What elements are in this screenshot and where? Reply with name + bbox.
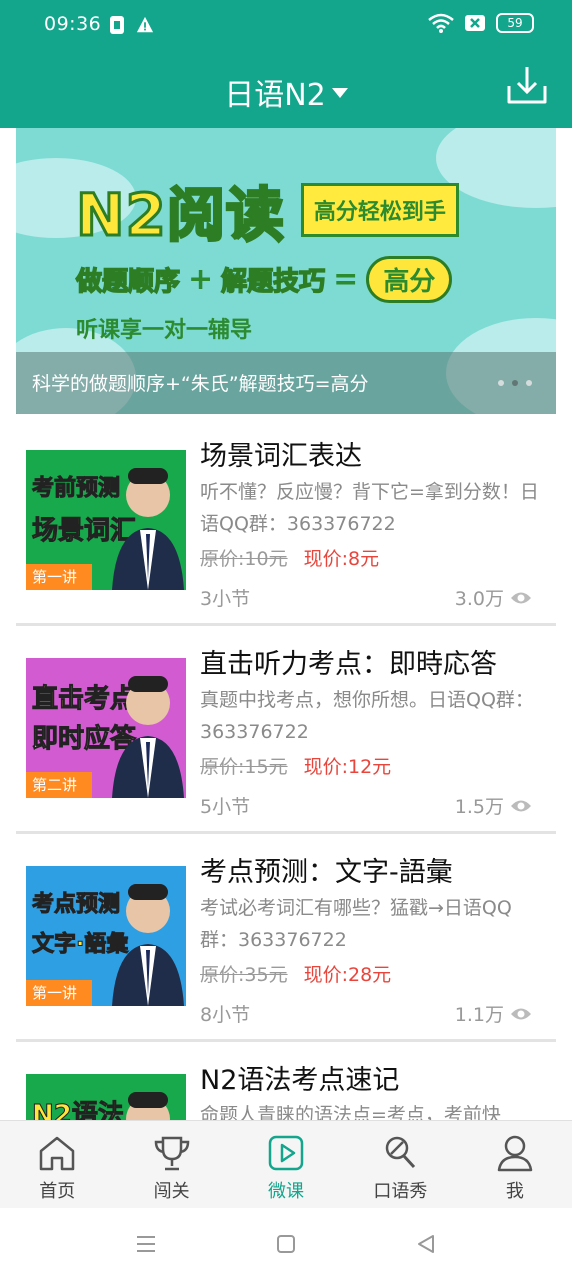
- menu-icon[interactable]: [134, 1232, 158, 1256]
- promo-banner[interactable]: N2阅读 高分轻松到手 做题顺序 + 解题技巧 = 高分 听课享一对一辅导 科学…: [16, 128, 556, 414]
- banner-subline: 听课享一对一辅导: [76, 318, 253, 343]
- nav-item-microclass[interactable]: 微课: [229, 1121, 343, 1208]
- thumb-badge: 第一讲: [26, 980, 92, 1006]
- price-line: 原价:10元 现价:8元: [200, 544, 379, 571]
- carousel-dots[interactable]: [498, 380, 532, 386]
- microphone-icon: [386, 1136, 416, 1169]
- banner-caption-bar: 科学的做题顺序+“朱氏”解题技巧=高分: [16, 352, 556, 414]
- no-signal-icon: [465, 15, 485, 31]
- price-line: 原价:35元 现价:28元: [200, 960, 391, 987]
- view-count: 3.0万: [455, 584, 532, 611]
- nav-label: 首页: [39, 1181, 76, 1202]
- thumb-badge: 第二讲: [26, 772, 92, 798]
- view-count-text: 3.0万: [454, 588, 504, 610]
- nav-label: 闯关: [153, 1181, 190, 1202]
- user-icon: [497, 1135, 533, 1172]
- nav-label: 我: [505, 1181, 524, 1202]
- formula-result: 高分: [366, 256, 453, 303]
- view-count-text: 1.5万: [454, 796, 504, 818]
- course-thumbnail: 考前预测 场景词汇 第一讲: [26, 450, 186, 590]
- eye-icon: [511, 1008, 531, 1019]
- teacher-photo: [112, 468, 184, 590]
- eye-icon: [511, 592, 531, 603]
- home-square-icon[interactable]: [274, 1232, 298, 1256]
- carousel-dot[interactable]: [526, 380, 532, 386]
- course-thumbnail: 直击考点 即时应答 第二讲: [26, 658, 186, 798]
- course-title: N2语法考点速记: [200, 1065, 400, 1096]
- header-title: 日语N2: [224, 78, 326, 113]
- lesson-count: 8小节: [200, 1004, 251, 1026]
- play-icon: [268, 1135, 304, 1171]
- banner-title: N2阅读: [75, 180, 286, 251]
- course-title: 场景词汇表达: [200, 441, 362, 472]
- carousel-dot-active[interactable]: [512, 380, 518, 386]
- view-count: 1.1万: [455, 1000, 532, 1027]
- equals-sign: =: [333, 262, 359, 297]
- nav-label: 微课: [268, 1181, 305, 1202]
- download-icon[interactable]: [506, 64, 548, 106]
- level-selector[interactable]: 日语N2: [0, 70, 572, 114]
- course-item[interactable]: 考点预测 文字·語彙 第一讲 考点预测：文字-語彙 考试必考词汇有哪些？猛戳→日…: [0, 834, 572, 1042]
- original-price: 原价:35元: [200, 964, 288, 986]
- eye-icon: [511, 800, 531, 811]
- original-price: 原价:15元: [200, 756, 288, 778]
- lesson-count: 5小节: [200, 796, 251, 818]
- back-triangle-icon[interactable]: [414, 1232, 438, 1256]
- status-time: 09:36: [44, 13, 102, 35]
- wifi-icon: [428, 13, 454, 33]
- course-desc: 考试必考词汇有哪些？猛戳→日语QQ群：363376722: [200, 897, 512, 951]
- banner-caption: 科学的做题顺序+“朱氏”解题技巧=高分: [32, 373, 369, 395]
- teacher-photo: [112, 676, 184, 798]
- bottom-nav: 首页 闯关 微课 口语秀 我: [0, 1120, 572, 1208]
- carousel-dot[interactable]: [498, 380, 504, 386]
- lesson-count: 3小节: [200, 588, 251, 610]
- formula-b: 解题技巧: [220, 266, 326, 298]
- battery-icon: 59: [496, 13, 534, 33]
- current-price: 现价:28元: [303, 964, 392, 986]
- sim-icon: [110, 16, 124, 34]
- nav-item-me[interactable]: 我: [458, 1121, 572, 1208]
- current-price: 现价:8元: [303, 548, 380, 570]
- caret-down-icon: [331, 87, 348, 98]
- nav-label: 口语秀: [373, 1181, 428, 1202]
- system-nav: [0, 1208, 572, 1280]
- status-bar: 09:36 59: [0, 0, 572, 52]
- course-item[interactable]: 考前预测 场景词汇 第一讲 场景词汇表达 听不懂？反应慢？背下它=拿到分数！日语…: [0, 418, 572, 626]
- course-title: 考点预测：文字-語彙: [200, 857, 453, 888]
- banner-formula: 做题顺序 + 解题技巧 = 高分: [75, 256, 453, 303]
- view-count: 1.5万: [455, 792, 532, 819]
- banner-tag: 高分轻松到手: [300, 183, 459, 237]
- current-price: 现价:12元: [303, 756, 392, 778]
- formula-a: 做题顺序: [75, 266, 181, 298]
- course-title: 直击听力考点：即時応答: [200, 649, 497, 680]
- course-desc: 真题中找考点，想你所想。日语QQ群：363376722: [200, 689, 534, 743]
- price-line: 原价:15元 现价:12元: [200, 752, 391, 779]
- course-desc: 听不懂？反应慢？背下它=拿到分数！日语QQ群：363376722: [200, 481, 539, 535]
- trophy-icon: [154, 1136, 189, 1171]
- course-item[interactable]: 直击考点 即时应答 第二讲 直击听力考点：即時応答 真题中找考点，想你所想。日语…: [0, 626, 572, 834]
- app-header: 日语N2: [0, 52, 572, 128]
- thumb-badge: 第一讲: [26, 564, 92, 590]
- plus-sign: +: [188, 262, 214, 297]
- warning-icon: [136, 16, 154, 33]
- nav-item-speaking[interactable]: 口语秀: [343, 1121, 457, 1208]
- home-icon: [39, 1136, 75, 1171]
- view-count-text: 1.1万: [454, 1004, 504, 1026]
- original-price: 原价:10元: [200, 548, 288, 570]
- nav-item-home[interactable]: 首页: [0, 1121, 114, 1208]
- course-thumbnail: 考点预测 文字·語彙 第一讲: [26, 866, 186, 1006]
- nav-item-challenge[interactable]: 闯关: [114, 1121, 228, 1208]
- teacher-photo: [112, 884, 184, 1006]
